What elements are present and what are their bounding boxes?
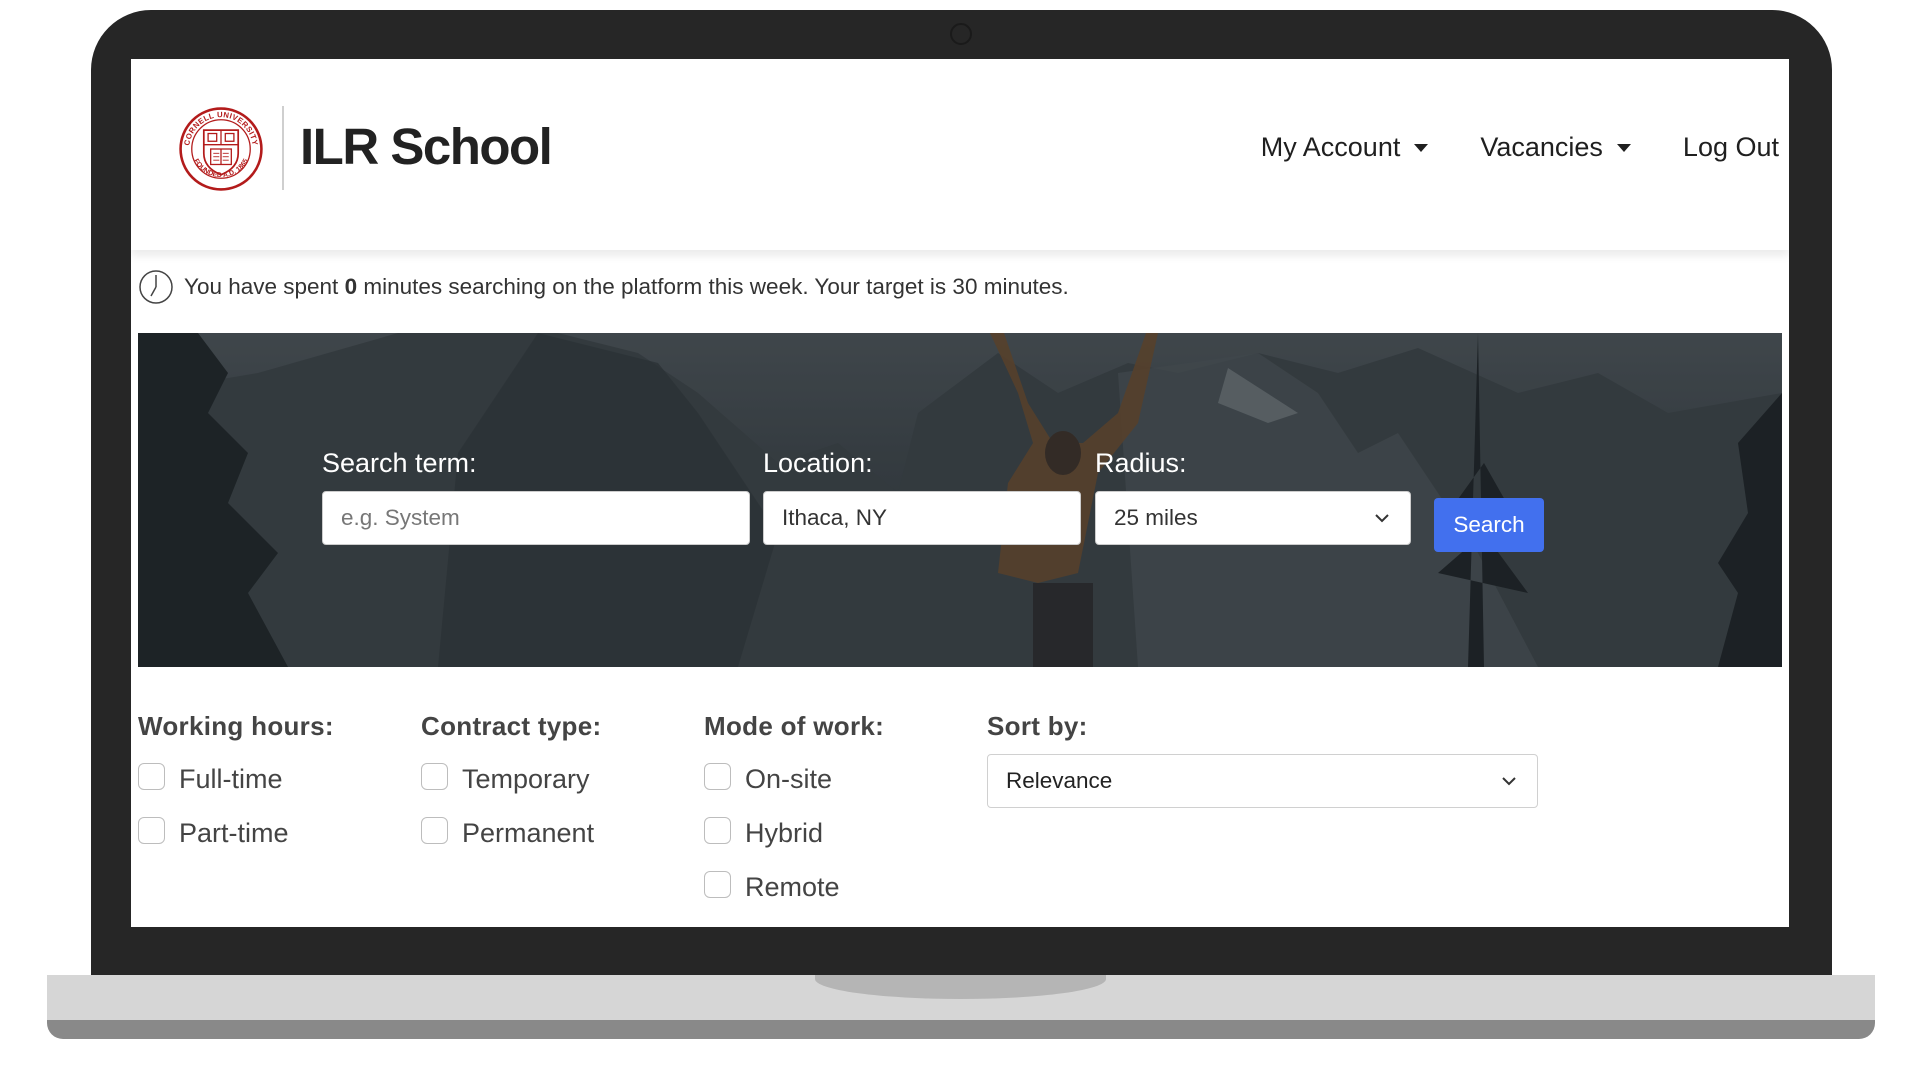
sort-by-value: Relevance [1006,768,1113,793]
radius-select[interactable]: 25 miles [1095,491,1411,545]
caret-down-icon [1414,143,1429,152]
radius-field: Radius: 25 miles [1095,448,1411,545]
contract-type-filter: Contract type: Temporary Permanent [421,711,601,850]
webcam-icon [950,23,972,45]
search-term-input[interactable] [322,491,750,545]
sort-by-control: Sort by: Relevance [987,711,1538,808]
on-site-label[interactable]: On-site [745,764,832,795]
search-term-field: Search term: [322,448,750,545]
main-nav: My Account Vacancies Log Out [1261,132,1779,163]
nav-log-out[interactable]: Log Out [1683,132,1779,163]
temporary-label[interactable]: Temporary [462,764,590,795]
filter-option-remote[interactable]: Remote [704,870,884,904]
filter-option-on-site[interactable]: On-site [704,762,884,796]
sort-by-select[interactable]: Relevance [987,754,1538,808]
full-time-label[interactable]: Full-time [179,764,283,795]
nav-vacancies-label: Vacancies [1480,132,1603,162]
laptop-base-edge [47,1020,1875,1039]
chevron-down-icon [1375,514,1389,523]
clock-icon [139,270,173,304]
permanent-label[interactable]: Permanent [462,818,594,849]
time-tracker-text: You have spent 0 minutes searching on th… [184,274,1069,300]
location-field: Location: [763,448,1081,545]
contract-type-title: Contract type: [421,711,602,741]
time-tracker-suffix: minutes searching on the platform this w… [363,274,1069,299]
site-header: CORNELL UNIVERSITY FOUNDED A.D. 1865 ILR… [131,59,1789,250]
temporary-checkbox[interactable] [421,762,448,790]
location-label: Location: [763,448,873,478]
hybrid-checkbox[interactable] [704,816,731,844]
search-button[interactable]: Search [1434,498,1544,552]
time-tracker: You have spent 0 minutes searching on th… [138,269,1069,305]
nav-my-account-label: My Account [1260,132,1401,162]
time-tracker-prefix: You have spent [184,274,339,299]
caret-down-icon [1616,143,1631,152]
remote-label[interactable]: Remote [745,872,840,903]
radius-select-value: 25 miles [1114,505,1198,530]
working-hours-title: Working hours: [138,711,334,741]
mode-of-work-filter: Mode of work: On-site Hybrid Remote [704,711,884,904]
filter-option-part-time[interactable]: Part-time [138,816,334,850]
filter-option-permanent[interactable]: Permanent [421,816,601,850]
permanent-checkbox[interactable] [421,816,448,844]
location-input[interactable] [763,491,1081,545]
working-hours-filter: Working hours: Full-time Part-time [138,711,334,850]
site-title[interactable]: ILR School [300,117,553,176]
filter-option-full-time[interactable]: Full-time [138,762,334,796]
hybrid-label[interactable]: Hybrid [745,818,823,849]
minutes-spent-value: 0 [344,274,358,299]
browser-screen: CORNELL UNIVERSITY FOUNDED A.D. 1865 ILR… [131,59,1789,927]
logo-divider [282,106,284,190]
sort-by-title: Sort by: [987,711,1088,741]
remote-checkbox[interactable] [704,870,731,898]
search-term-label: Search term: [322,448,477,478]
nav-vacancies[interactable]: Vacancies [1480,132,1631,163]
radius-label: Radius: [1095,448,1187,478]
on-site-checkbox[interactable] [704,762,731,790]
chevron-down-icon [1502,777,1516,786]
cornell-seal-logo[interactable]: CORNELL UNIVERSITY FOUNDED A.D. 1865 [178,106,264,192]
filter-option-hybrid[interactable]: Hybrid [704,816,884,850]
nav-log-out-label: Log Out [1682,132,1779,162]
nav-my-account[interactable]: My Account [1261,132,1429,163]
filter-option-temporary[interactable]: Temporary [421,762,601,796]
part-time-label[interactable]: Part-time [179,818,289,849]
part-time-checkbox[interactable] [138,816,165,844]
full-time-checkbox[interactable] [138,762,165,790]
search-hero: Search term: Location: Radius: 25 miles … [138,333,1782,667]
mode-of-work-title: Mode of work: [704,711,885,741]
